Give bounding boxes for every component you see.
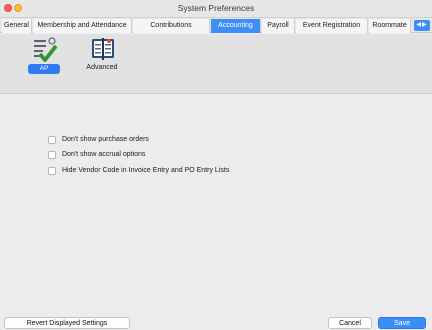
chevron-right-icon[interactable]: ▶ [422, 22, 428, 28]
toolbar-item-ap-label: AP [28, 64, 60, 74]
checkbox[interactable] [48, 136, 56, 144]
toolbar-item-advanced-label: Advanced [86, 64, 118, 71]
tab-event-registration[interactable]: Event Registration [296, 19, 368, 33]
ap-checklist-icon [34, 37, 58, 62]
revert-settings-button[interactable]: Revert Displayed Settings [4, 317, 130, 329]
tab-scroll-arrows[interactable]: ◀▶ [414, 20, 430, 31]
toolbar-item-advanced[interactable]: Advanced [80, 34, 124, 94]
advanced-ledger-icon [92, 38, 114, 60]
tab-general[interactable]: General [2, 19, 32, 33]
option-label: Don't show purchase orders [62, 136, 149, 143]
title-bar: System Preferences [0, 0, 432, 18]
tab-contributions[interactable]: Contributions [133, 19, 210, 33]
option-label: Hide Vendor Code in Invoice Entry and PO… [62, 167, 230, 174]
tab-accounting[interactable]: Accounting [211, 19, 261, 33]
save-button[interactable]: Save [378, 317, 426, 329]
checkbox[interactable] [48, 167, 56, 175]
window-title: System Preferences [177, 3, 255, 13]
preferences-toolbar: AP Advanced [0, 34, 432, 94]
tab-payroll[interactable]: Payroll [262, 19, 295, 33]
settings-panel: Don't show purchase orders Don't show ac… [0, 95, 432, 315]
option-label: Don't show accrual options [62, 151, 146, 158]
tab-bar: General Membership and Attendance Contri… [0, 18, 432, 33]
cancel-button[interactable]: Cancel [328, 317, 372, 329]
footer-bar: Revert Displayed Settings Cancel Save [0, 315, 432, 330]
tab-roommate[interactable]: Roommate [369, 19, 411, 33]
checkbox[interactable] [48, 151, 56, 159]
tab-membership-and-attendance[interactable]: Membership and Attendance [33, 19, 132, 33]
toolbar-item-ap[interactable]: AP [22, 34, 66, 94]
